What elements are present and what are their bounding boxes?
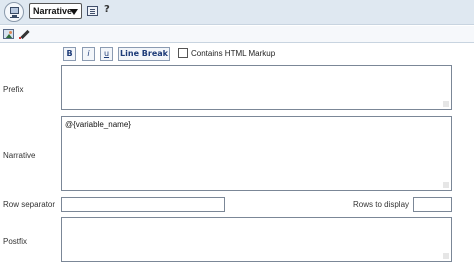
narrative-label: Narrative	[3, 151, 36, 160]
narrative-textarea[interactable]: @{variable_name}	[61, 116, 452, 191]
rows-to-display-label: Rows to display	[353, 200, 410, 209]
bold-button[interactable]: B	[63, 47, 76, 61]
resize-grip-icon[interactable]	[443, 182, 449, 188]
contains-html-checkbox[interactable]	[178, 48, 188, 58]
row-separator-input[interactable]	[61, 197, 225, 212]
line-break-button[interactable]: Line Break	[118, 47, 170, 61]
resize-grip-icon[interactable]	[443, 253, 449, 259]
monitor-screen	[10, 7, 19, 14]
insert-image-icon[interactable]	[3, 29, 14, 39]
edit-pencil-icon[interactable]	[19, 29, 30, 40]
underline-button[interactable]: u	[100, 47, 113, 61]
contains-html-label: Contains HTML Markup	[191, 49, 276, 58]
edit-toolbar	[0, 26, 474, 43]
monitor-base	[10, 17, 19, 18]
view-type-value: Narrative	[33, 6, 73, 16]
row-separator-label: Row separator	[3, 200, 56, 209]
view-type-select[interactable]: Narrative	[29, 3, 82, 19]
view-toolbar: Narrative ?	[0, 0, 474, 25]
postfix-textarea[interactable]	[61, 217, 452, 262]
view-monitor-icon[interactable]	[4, 2, 24, 22]
resize-grip-icon[interactable]	[443, 101, 449, 107]
italic-button[interactable]: i	[82, 47, 95, 61]
help-icon[interactable]: ?	[104, 3, 114, 17]
prefix-textarea[interactable]	[61, 65, 452, 110]
postfix-label: Postfix	[3, 237, 28, 246]
properties-icon[interactable]	[87, 6, 98, 16]
rows-to-display-input[interactable]	[413, 197, 452, 212]
narrative-text: @{variable_name}	[65, 120, 131, 129]
chevron-down-icon	[70, 9, 78, 15]
prefix-label: Prefix	[3, 85, 24, 94]
